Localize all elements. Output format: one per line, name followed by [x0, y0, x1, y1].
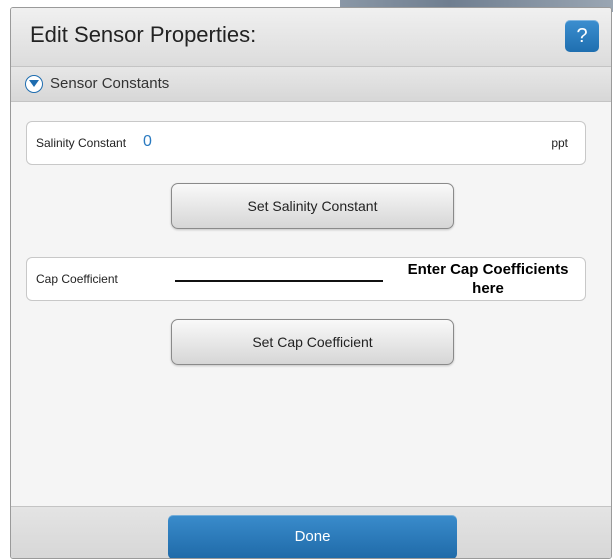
section-label: Sensor Constants [50, 75, 170, 92]
cap-coefficient-field[interactable]: Cap Coefficient Enter Cap Coefficients h… [26, 257, 586, 301]
dialog-titlebar: Edit Sensor Properties: ? [11, 8, 611, 67]
salinity-constant-value[interactable]: 0 [143, 133, 152, 151]
chevron-down-icon[interactable] [25, 75, 43, 93]
set-cap-coefficient-button[interactable]: Set Cap Coefficient [171, 319, 454, 365]
salinity-constant-field[interactable]: Salinity Constant 0 ppt [26, 121, 586, 165]
cap-coefficient-callout: Enter Cap Coefficients here [407, 261, 569, 297]
salinity-constant-label: Salinity Constant [36, 136, 127, 150]
screen: Edit Sensor Properties: ? Sensor Constan… [0, 0, 613, 559]
sensor-constants-header[interactable]: Sensor Constants [11, 67, 611, 102]
edit-sensor-dialog: Edit Sensor Properties: ? Sensor Constan… [10, 7, 612, 559]
cap-coefficient-label: Cap Coefficient [36, 272, 118, 286]
salinity-unit: ppt [551, 136, 568, 150]
callout-line [175, 280, 383, 282]
help-button[interactable]: ? [565, 20, 599, 52]
done-button[interactable]: Done [168, 515, 457, 558]
dialog-footer: Done [11, 506, 611, 558]
set-salinity-constant-button[interactable]: Set Salinity Constant [171, 183, 454, 229]
dialog-title: Edit Sensor Properties: [30, 22, 257, 47]
